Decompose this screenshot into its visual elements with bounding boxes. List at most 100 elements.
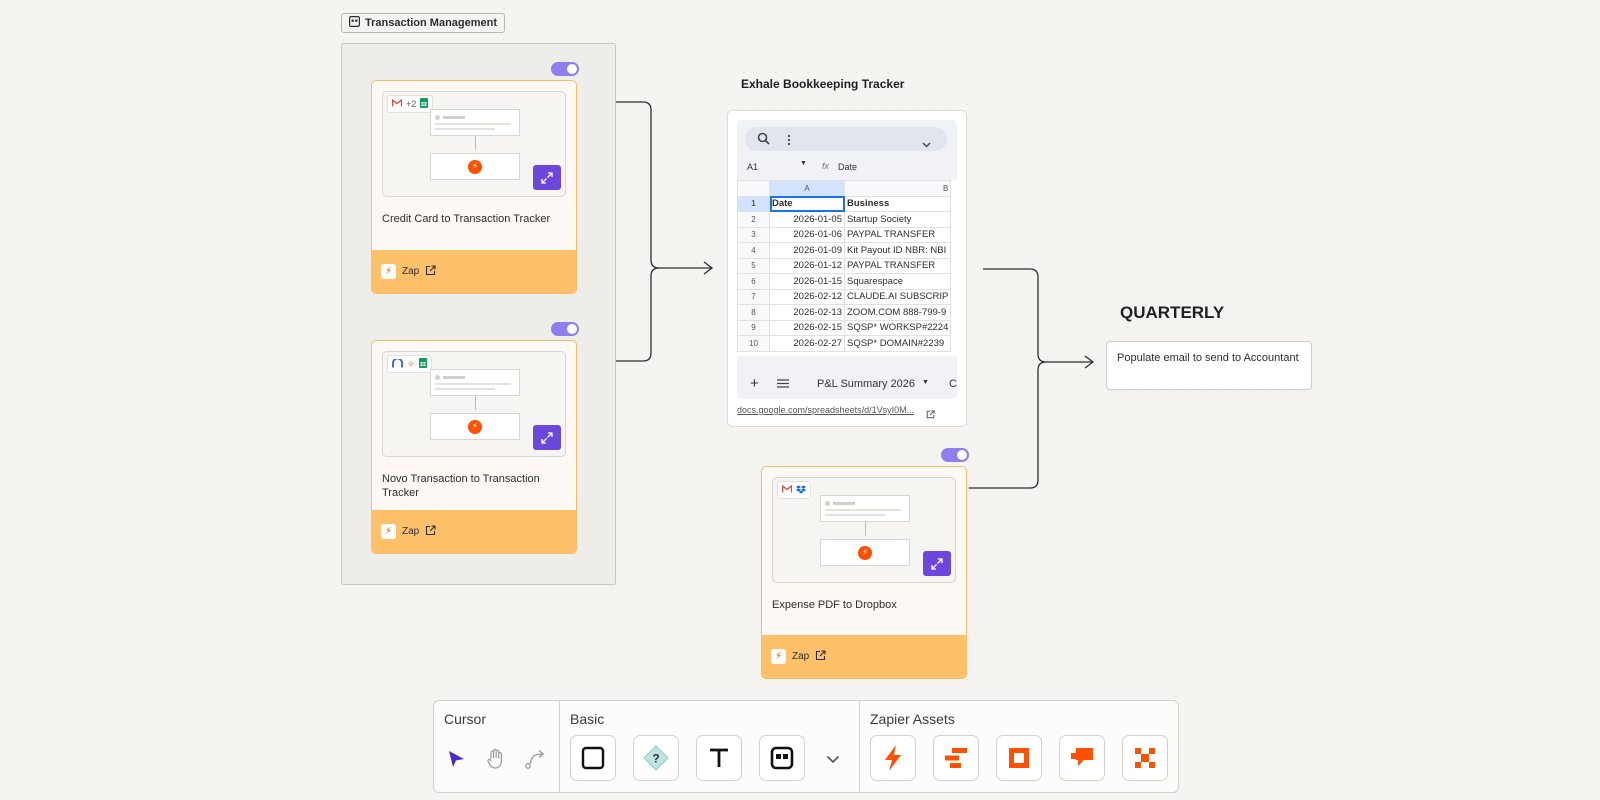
google-sheets-icon xyxy=(418,358,427,370)
external-link-icon[interactable] xyxy=(425,264,436,279)
section-tool-button[interactable] xyxy=(759,735,805,781)
zap-bolt-icon: ⚡ xyxy=(468,159,482,174)
table-cell[interactable]: Business xyxy=(843,195,952,212)
corner-cell[interactable] xyxy=(737,180,770,197)
canvas-icon xyxy=(1135,748,1155,768)
table-cell[interactable]: Kit Payout ID NBR: NBI xyxy=(843,242,952,259)
table-cell[interactable]: 2026-02-13 xyxy=(769,304,845,321)
google-sheets-icon xyxy=(420,98,429,110)
table-row[interactable]: 8 2026-02-13 ZOOM.COM 888-799-9 xyxy=(737,304,952,321)
expand-button[interactable] xyxy=(533,165,561,190)
sheet-tab-dropdown-icon[interactable]: ▼ xyxy=(922,379,929,386)
table-cell[interactable]: 2026-01-06 xyxy=(769,226,845,243)
more-tools-chevron-icon[interactable] xyxy=(821,747,845,771)
cell-reference[interactable]: A1 xyxy=(747,162,758,172)
group-label[interactable]: Transaction Management xyxy=(341,13,506,33)
table-cell[interactable]: 2026-02-27 xyxy=(769,335,845,352)
rectangle-tool-button[interactable] xyxy=(570,735,616,781)
cell-ref-dropdown-icon[interactable]: ▼ xyxy=(800,160,807,167)
table-row[interactable]: 10 2026-02-27 SQSP* DOMAIN#2239 xyxy=(737,335,952,352)
text-tool-button[interactable] xyxy=(696,735,742,781)
external-link-icon[interactable] xyxy=(815,649,826,664)
more-options-icon[interactable] xyxy=(787,133,791,151)
hand-tool-icon[interactable] xyxy=(484,747,508,771)
expand-icon xyxy=(931,557,943,570)
expand-button[interactable] xyxy=(923,551,951,576)
search-icon[interactable] xyxy=(757,132,770,150)
canvas-asset-button[interactable] xyxy=(1122,735,1168,781)
zap-preview: +2 ⚡ xyxy=(382,91,566,197)
table-row[interactable]: 3 2026-01-06 PAYPAL TRANSFER xyxy=(737,226,952,243)
dropbox-icon xyxy=(796,485,806,496)
formula-bar[interactable]: A1 ▼ fx Date xyxy=(737,159,957,177)
all-sheets-icon[interactable] xyxy=(777,379,789,391)
novo-icon xyxy=(392,357,403,370)
sheet-tab-bar: + P&L Summary 2026 ▼ C xyxy=(737,370,957,399)
sheet-grid[interactable]: A B 1 Date Business 2 2026-01-05 Startup… xyxy=(737,180,957,356)
spreadsheet-view[interactable]: A1 ▼ fx Date A B 1 Date Business 2 2026-… xyxy=(737,120,957,399)
table-cell[interactable]: PAYPAL TRANSFER xyxy=(843,226,952,243)
zap-card-expense-pdf[interactable]: ⚡ Expense PDF to Dropbox ⚡ Zap xyxy=(761,466,967,679)
sheet-table[interactable]: A B 1 Date Business 2 2026-01-05 Startup… xyxy=(737,180,952,352)
zap-footer: ⚡ Zap xyxy=(372,510,576,553)
expand-button[interactable] xyxy=(533,425,561,450)
table-cell[interactable]: 2026-01-09 xyxy=(769,242,845,259)
table-cell[interactable]: SQSP* DOMAIN#2239 xyxy=(843,335,952,352)
zap-toggle[interactable] xyxy=(551,322,579,336)
connector-tool-icon[interactable] xyxy=(523,747,547,771)
zap-toggle[interactable] xyxy=(941,448,969,462)
table-row[interactable]: 2 2026-01-05 Startup Society xyxy=(737,211,952,228)
zap-asset-button[interactable] xyxy=(870,735,916,781)
table-asset-button[interactable] xyxy=(933,735,979,781)
zap-card-credit-card[interactable]: +2 ⚡ Credit Card to Transaction Tracker … xyxy=(371,80,577,294)
column-header[interactable]: A xyxy=(769,180,845,197)
table-cell[interactable]: SQSP* WORKSP#2224 xyxy=(843,319,952,336)
chatbot-asset-button[interactable] xyxy=(1059,735,1105,781)
table-cell[interactable]: 2026-02-12 xyxy=(769,288,845,305)
add-sheet-icon[interactable]: + xyxy=(750,375,759,392)
action-step: ⚡ xyxy=(820,539,910,566)
table-row[interactable]: 7 2026-02-12 CLAUDE.AI SUBSCRIP xyxy=(737,288,952,305)
zap-bolt-icon xyxy=(885,745,901,771)
sheet-search-bar[interactable] xyxy=(745,127,947,151)
app-icons xyxy=(777,481,811,499)
chevron-down-icon[interactable] xyxy=(922,135,931,153)
external-link-icon[interactable] xyxy=(926,406,935,424)
table-cell[interactable]: Squarespace xyxy=(843,273,952,290)
zap-toggle[interactable] xyxy=(551,62,579,76)
zap-preview: ✧ ⚡ xyxy=(382,351,566,457)
table-cell[interactable]: 2026-01-15 xyxy=(769,273,845,290)
table-cell[interactable]: ZOOM.COM 888-799-9 xyxy=(843,304,952,321)
table-cell[interactable]: CLAUDE.AI SUBSCRIP xyxy=(843,288,952,305)
select-cursor-icon[interactable] xyxy=(444,747,468,771)
table-cell[interactable]: Startup Society xyxy=(843,211,952,228)
sheet-tab[interactable]: P&L Summary 2026 xyxy=(817,378,915,390)
diamond-tool-button[interactable]: ? xyxy=(633,735,679,781)
quarterly-heading[interactable]: QUARTERLY xyxy=(1120,303,1224,323)
table-cell[interactable]: 2026-02-15 xyxy=(769,319,845,336)
next-sheet-tab[interactable]: C xyxy=(949,378,957,390)
table-row[interactable]: 5 2026-01-12 PAYPAL TRANSFER xyxy=(737,257,952,274)
zap-title: Expense PDF to Dropbox xyxy=(772,599,897,611)
table-cell[interactable]: 2026-01-12 xyxy=(769,257,845,274)
table-row[interactable]: 1 Date Business xyxy=(737,195,952,212)
table-row[interactable]: 6 2026-01-15 Squarespace xyxy=(737,273,952,290)
zap-card-novo[interactable]: ✧ ⚡ Novo Transaction to Transaction Trac… xyxy=(371,340,577,554)
interface-asset-button[interactable] xyxy=(996,735,1042,781)
function-icon: fx xyxy=(822,161,830,171)
table-cell[interactable]: 2026-01-05 xyxy=(769,211,845,228)
group-label-text: Transaction Management xyxy=(365,17,498,29)
spreadsheet-embed[interactable]: A1 ▼ fx Date A B 1 Date Business 2 2026-… xyxy=(727,110,967,427)
external-link-icon[interactable] xyxy=(425,524,436,539)
table-row[interactable]: 9 2026-02-15 SQSP* WORKSP#2224 xyxy=(737,319,952,336)
table-cell[interactable]: Date xyxy=(769,195,845,212)
table-cell[interactable]: PAYPAL TRANSFER xyxy=(843,257,952,274)
table-row[interactable]: 4 2026-01-09 Kit Payout ID NBR: NBI xyxy=(737,242,952,259)
basic-section: Basic ? xyxy=(559,701,859,792)
zap-footer: ⚡ Zap xyxy=(372,250,576,293)
canvas-toolbar: Cursor Basic ? Zapier Assets xyxy=(433,700,1179,793)
sheet-url-link[interactable]: docs.google.com/spreadsheets/d/1VsyI0M..… xyxy=(737,405,914,415)
zapier-assets-section: Zapier Assets xyxy=(859,701,1178,792)
column-header[interactable]: B xyxy=(843,180,952,197)
sticky-note[interactable]: Populate email to send to Accountant xyxy=(1106,341,1312,390)
